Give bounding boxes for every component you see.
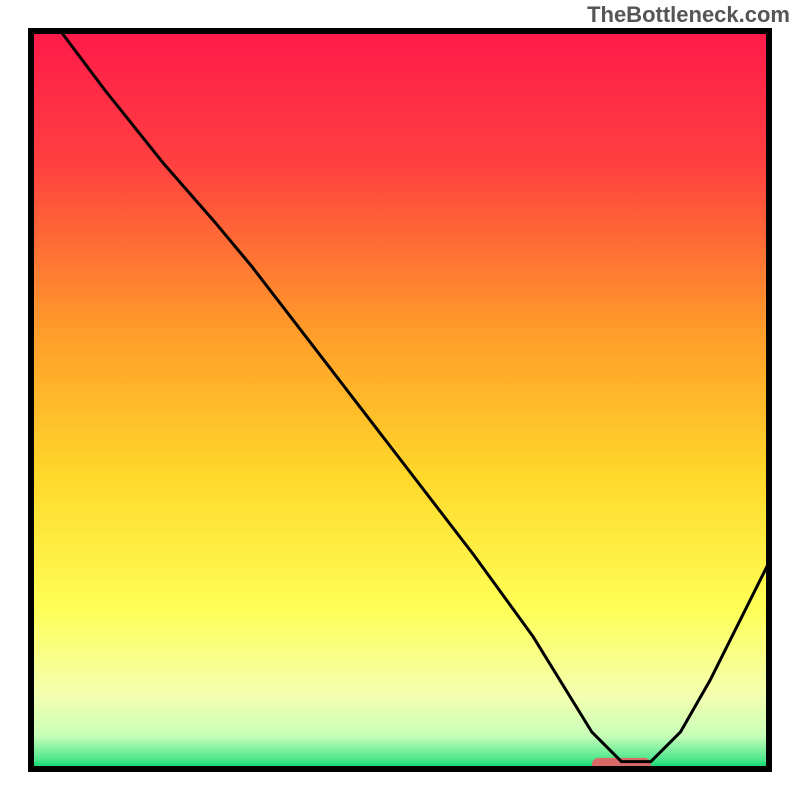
chart-container: { "watermark": "TheBottleneck.com", "cha… bbox=[0, 0, 800, 800]
chart-background bbox=[31, 31, 769, 769]
watermark-text: TheBottleneck.com bbox=[587, 2, 790, 28]
bottleneck-chart bbox=[0, 0, 800, 800]
